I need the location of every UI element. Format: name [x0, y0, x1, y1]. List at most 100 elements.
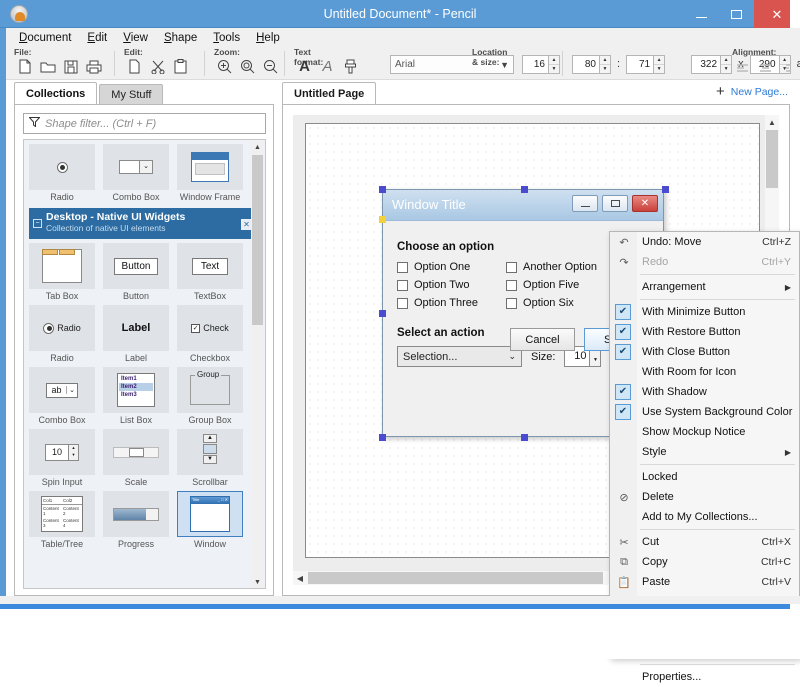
shape-item-scrollbar[interactable]: ▲ ▼ Scrollbar: [177, 429, 243, 488]
checkbox-option-one[interactable]: Option One: [397, 261, 478, 273]
shape-item-radio[interactable]: Radio Radio: [29, 305, 95, 364]
checkbox-option-two[interactable]: Option Two: [397, 279, 478, 291]
shape-item-list-box[interactable]: Item1 Item2 Item3 List Box: [103, 367, 169, 426]
scroll-left-icon[interactable]: ◀: [293, 571, 307, 585]
resize-handle-n[interactable]: [521, 186, 528, 193]
align-left-icon[interactable]: [732, 58, 753, 79]
spin-down-icon[interactable]: ▼: [590, 357, 600, 367]
checkbox-another-option[interactable]: Another Option: [506, 261, 597, 273]
spin-down-icon[interactable]: ▼: [721, 65, 731, 73]
resize-handle-s[interactable]: [521, 434, 528, 441]
shape-item-spin-input[interactable]: 10 ▲ ▼ Spin Input: [29, 429, 95, 488]
mockup-restore-button[interactable]: [602, 195, 628, 212]
menu-item-properties[interactable]: Properties...: [610, 667, 799, 687]
spin-up-icon[interactable]: ▲: [721, 56, 732, 65]
zoom-out-icon[interactable]: [260, 56, 281, 77]
shape-item-progress[interactable]: Progress: [103, 491, 169, 550]
resize-handle-w[interactable]: [379, 310, 386, 317]
scrollbar-thumb[interactable]: [766, 130, 778, 188]
shape-filter-input[interactable]: Shape filter... (Ctrl + F): [23, 113, 266, 134]
align-right-icon[interactable]: [778, 58, 799, 79]
zoom-in-icon[interactable]: [214, 56, 235, 77]
menu-item-delete[interactable]: ⊘ Delete: [610, 487, 799, 507]
scroll-up-icon[interactable]: ▲: [765, 115, 779, 129]
mockup-close-button[interactable]: ✕: [632, 195, 658, 212]
tab-collections[interactable]: Collections: [14, 82, 98, 105]
cancel-button[interactable]: Cancel: [510, 328, 575, 351]
scrollbar-thumb[interactable]: [252, 155, 263, 325]
minus-icon[interactable]: −: [33, 219, 42, 228]
menu-view[interactable]: View: [116, 30, 155, 46]
print-icon[interactable]: [83, 56, 104, 77]
mockup-minimize-button[interactable]: [572, 195, 598, 212]
spin-up-icon[interactable]: ▲: [654, 56, 665, 65]
shape-context-menu[interactable]: ↶ Undo: Move Ctrl+Z ↷ Redo Ctrl+Y Arrang…: [609, 231, 800, 683]
new-page-button[interactable]: + New Page...: [716, 84, 788, 99]
shape-item-textbox[interactable]: Text TextBox: [177, 243, 243, 302]
menu-item-style[interactable]: Style ▶: [610, 442, 799, 462]
menu-item-with-minimize-button[interactable]: ✔ With Minimize Button: [610, 302, 799, 322]
menu-item-with-restore-button[interactable]: ✔ With Restore Button: [610, 322, 799, 342]
maximize-button[interactable]: [719, 0, 754, 28]
y-position-stepper[interactable]: 71 ▲ ▼: [626, 55, 666, 74]
shape-item-tab-box[interactable]: Tab Box: [29, 243, 95, 302]
scrollbar-thumb[interactable]: [308, 572, 603, 584]
menu-item-with-room-for-icon[interactable]: With Room for Icon: [610, 362, 799, 382]
shape-item-group-box[interactable]: Group Group Box: [177, 367, 243, 426]
shape-item-scale[interactable]: Scale: [103, 429, 169, 488]
scroll-down-icon[interactable]: ▼: [251, 576, 264, 588]
collection-header-desktop[interactable]: − Desktop - Native UI Widgets Collection…: [29, 208, 257, 239]
save-icon[interactable]: [60, 56, 81, 77]
menu-item-with-close-button[interactable]: ✔ With Close Button: [610, 342, 799, 362]
menu-item-add-to-my-collections[interactable]: Add to My Collections...: [610, 507, 799, 527]
spin-down-icon[interactable]: ▼: [654, 65, 664, 73]
new-document-icon[interactable]: [14, 56, 35, 77]
open-folder-icon[interactable]: [37, 56, 58, 77]
shape-panel-scrollbar[interactable]: ▲ ▼: [251, 141, 264, 588]
menu-item-locked[interactable]: Locked: [610, 467, 799, 487]
shape-item-radio-top[interactable]: Radio: [29, 144, 95, 203]
menu-item-show-mockup-notice[interactable]: Show Mockup Notice: [610, 422, 799, 442]
checkbox-option-five[interactable]: Option Five: [506, 279, 597, 291]
font-size-stepper[interactable]: 16 ▲ ▼: [522, 55, 560, 74]
tab-untitled-page[interactable]: Untitled Page: [282, 82, 377, 105]
shape-item-label[interactable]: Label Label: [103, 305, 169, 364]
menu-edit[interactable]: Edit: [80, 30, 114, 46]
shape-item-table-tree[interactable]: Col1 Col2 Content 1 Content 2 Content 3 Con…: [29, 491, 95, 550]
shape-item-combobox-top[interactable]: ⌄ Combo Box: [103, 144, 169, 203]
minimize-button[interactable]: [684, 0, 719, 28]
shape-item-checkbox[interactable]: ✓ Check Checkbox: [177, 305, 243, 364]
menu-item-copy[interactable]: ⧉ Copy Ctrl+C: [610, 552, 799, 572]
cut-scissors-icon[interactable]: [147, 56, 168, 77]
resize-handle-nw[interactable]: [379, 186, 386, 193]
scroll-up-icon[interactable]: ▲: [251, 141, 264, 154]
spin-up-icon[interactable]: ▲: [549, 56, 559, 65]
menu-item-arrangement[interactable]: Arrangement ▶: [610, 277, 799, 297]
shape-item-button[interactable]: Button Button: [103, 243, 169, 302]
shape-item-combo-box[interactable]: ab ⌄ Combo Box: [29, 367, 95, 426]
shape-item-window-frame[interactable]: Window Frame: [177, 144, 243, 203]
resize-handle-ne[interactable]: [662, 186, 669, 193]
align-center-icon[interactable]: [755, 58, 776, 79]
menu-item-redo[interactable]: ↷ Redo Ctrl+Y: [610, 252, 799, 272]
menu-item-undo[interactable]: ↶ Undo: Move Ctrl+Z: [610, 232, 799, 252]
menu-tools[interactable]: Tools: [206, 30, 247, 46]
width-stepper[interactable]: 322 ▲ ▼: [691, 55, 733, 74]
menu-item-paste[interactable]: 📋 Paste Ctrl+V: [610, 572, 799, 592]
shape-list-scroll-area[interactable]: Radio ⌄ Combo Box Window Frame − Desktop…: [23, 139, 266, 589]
menu-item-use-system-background-color[interactable]: ✔ Use System Background Color: [610, 402, 799, 422]
menu-document[interactable]: DDocumentocument: [12, 30, 78, 46]
resize-handle-sw[interactable]: [379, 434, 386, 441]
zoom-actual-icon[interactable]: [237, 56, 258, 77]
checkbox-option-six[interactable]: Option Six: [506, 297, 597, 309]
checkbox-option-three[interactable]: Option Three: [397, 297, 478, 309]
font-size-arrows[interactable]: ▲ ▼: [549, 55, 560, 74]
format-painter-icon[interactable]: [340, 56, 361, 77]
bold-a-icon[interactable]: A: [294, 56, 315, 77]
mockup-selection-dropdown[interactable]: Selection... ⌄: [397, 346, 522, 367]
menu-shape[interactable]: Shape: [157, 30, 204, 46]
paste-icon[interactable]: [170, 56, 191, 77]
menu-help[interactable]: Help: [249, 30, 287, 46]
copy-icon[interactable]: [124, 56, 145, 77]
shape-adjust-handle[interactable]: [379, 216, 386, 223]
